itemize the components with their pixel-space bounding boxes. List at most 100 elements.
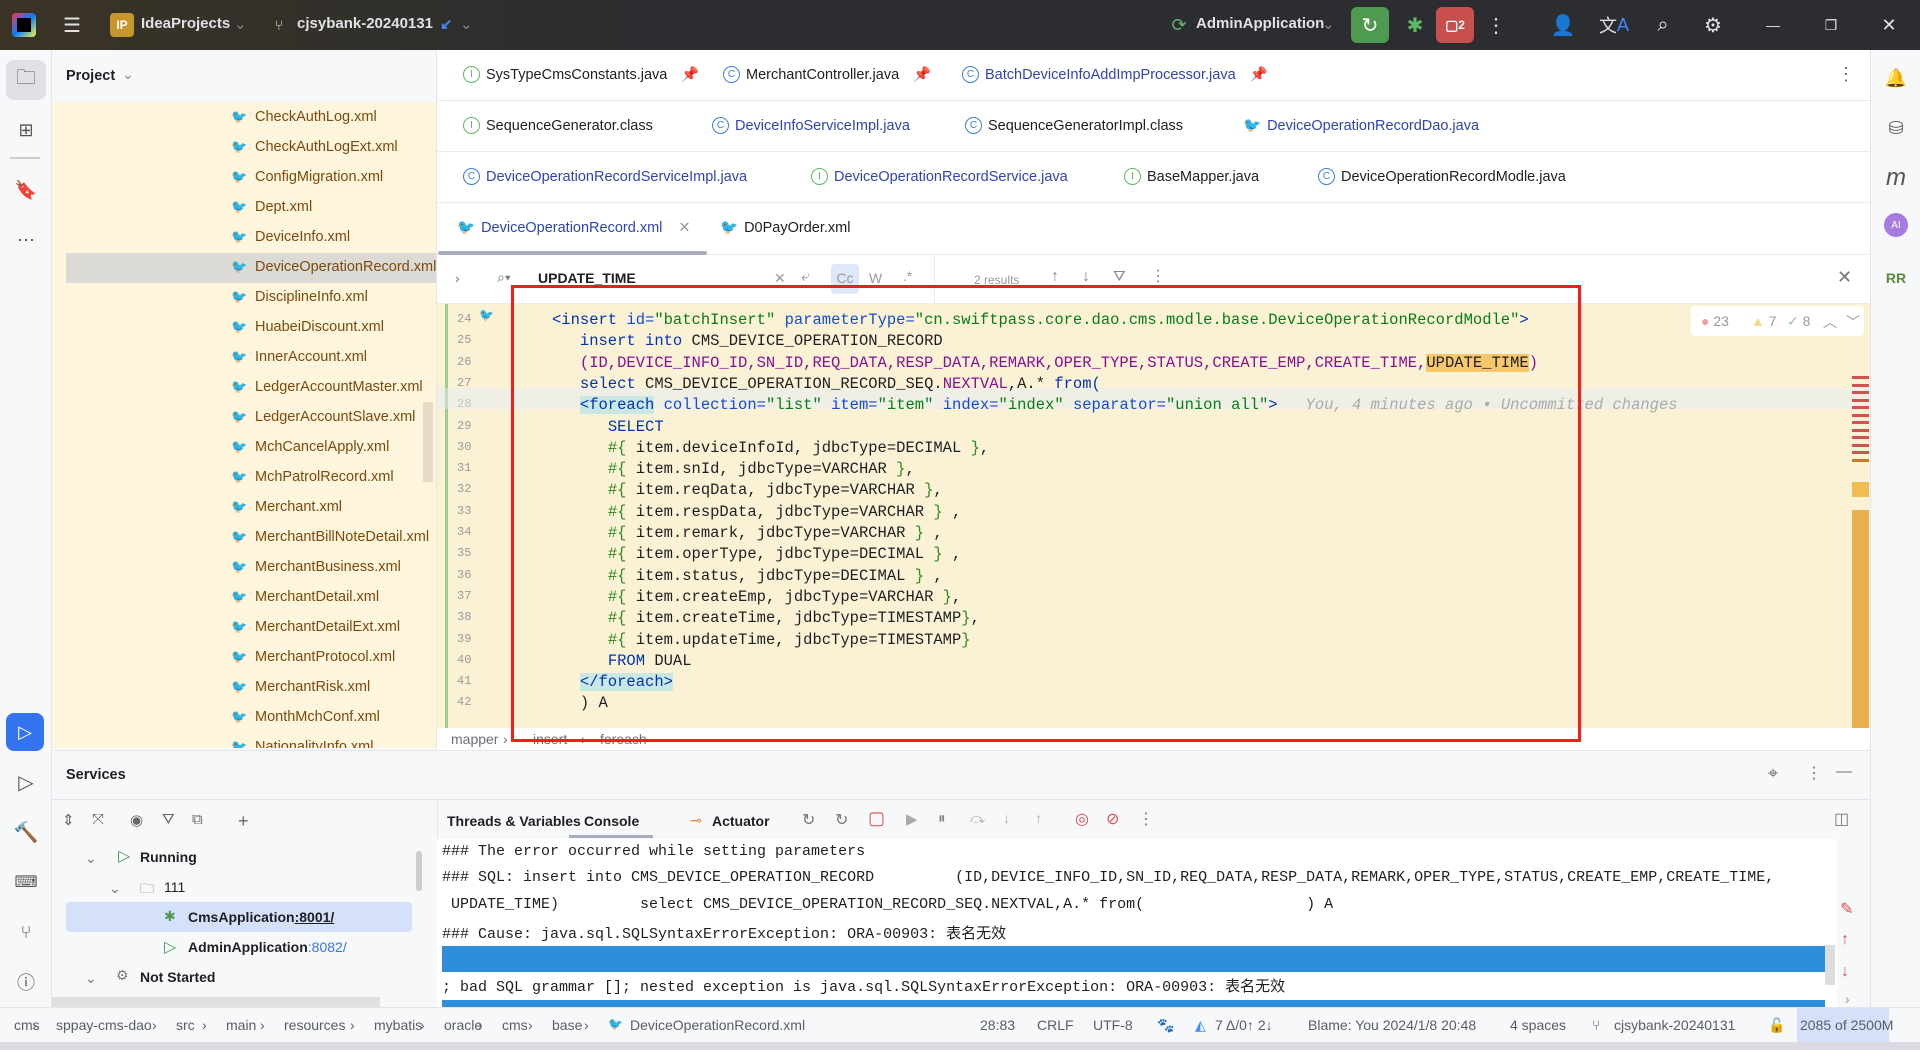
error-stripe-mark[interactable] bbox=[1852, 376, 1869, 379]
close-window-icon[interactable]: ✕ bbox=[1876, 12, 1902, 38]
tab-sequencegeneratorimpl[interactable]: C SequenceGeneratorImpl.class bbox=[965, 117, 1183, 134]
find-input[interactable]: UPDATE_TIME bbox=[538, 270, 636, 286]
crumb-insert[interactable]: insert bbox=[533, 731, 567, 747]
expand-icon[interactable]: › bbox=[1845, 991, 1850, 1007]
filter-icon[interactable]: ⛛ bbox=[1113, 268, 1126, 285]
tab-deviceoperationrecorddao[interactable]: 🐦 DeviceOperationRecordDao.java bbox=[1243, 117, 1479, 135]
tree-item[interactable]: 🐦 LedgerAccountMaster.xml bbox=[52, 373, 436, 403]
tree-item[interactable]: 🐦 Merchant.xml bbox=[52, 493, 436, 523]
tree-item[interactable]: 🐦 ConfigMigration.xml bbox=[52, 163, 436, 193]
tree-item[interactable]: 🐦 LedgerAccountSlave.xml bbox=[52, 403, 436, 433]
tab-deviceoperationrecordmodle[interactable]: C DeviceOperationRecordModle.java bbox=[1318, 168, 1566, 185]
expand-all-icon[interactable]: ⇕ bbox=[62, 811, 75, 829]
error-stripe-mark[interactable] bbox=[1852, 398, 1869, 402]
tab-console[interactable]: Console bbox=[584, 813, 639, 829]
expand-replace-icon[interactable]: › bbox=[455, 270, 460, 286]
bookmarks-icon[interactable]: 🔖 bbox=[6, 170, 46, 210]
tab-merchantcontroller[interactable]: C MerchantController.java 📌 bbox=[723, 66, 931, 83]
error-stripe-mark[interactable] bbox=[1852, 428, 1869, 432]
next-match-icon[interactable]: ↓ bbox=[1082, 268, 1090, 286]
services-tool-icon[interactable]: ▷ bbox=[6, 713, 44, 751]
mybatis-gutter-icon[interactable]: 🐦 bbox=[479, 308, 494, 322]
add-service-icon[interactable]: + bbox=[238, 811, 249, 832]
terminal-icon[interactable]: ⌨ bbox=[6, 862, 46, 902]
rerun-debug-icon[interactable]: ↻ bbox=[835, 810, 848, 830]
service-cmsapplication[interactable]: CmsApplication:8001/ bbox=[188, 909, 334, 925]
chevron-down-icon[interactable]: ⌄ bbox=[109, 880, 121, 897]
previous-highlight-icon[interactable]: ︿ bbox=[1823, 312, 1837, 332]
stop-button[interactable]: ▢ 2 bbox=[1436, 7, 1474, 43]
error-stripe-mark[interactable] bbox=[1852, 458, 1869, 462]
line-separator[interactable]: CRLF bbox=[1037, 1017, 1074, 1033]
status-path-item[interactable]: DeviceOperationRecord.xml bbox=[630, 1017, 805, 1033]
git-icon[interactable]: ⑂ bbox=[6, 912, 46, 952]
vcs-changes[interactable]: 7 Δ/0↑ 2↓ bbox=[1215, 1017, 1273, 1033]
ai-assistant-icon[interactable]: AI bbox=[1884, 213, 1908, 237]
plugin-icon[interactable]: RR bbox=[1876, 260, 1916, 296]
chevron-down-icon[interactable]: ⌄ bbox=[85, 850, 97, 867]
tab-batchdeviceinfoaddimpprocessor[interactable]: C BatchDeviceInfoAddImpProcessor.java 📌 bbox=[962, 66, 1268, 83]
view-breakpoints-icon[interactable]: ◎ bbox=[1075, 809, 1089, 829]
tab-deviceoperationrecordservice[interactable]: I DeviceOperationRecordService.java bbox=[811, 168, 1068, 185]
error-stripe-mark[interactable] bbox=[1852, 421, 1869, 424]
scroll-down-icon[interactable]: ↓ bbox=[1841, 963, 1849, 981]
mute-breakpoints-icon[interactable]: ⊘ bbox=[1106, 809, 1119, 829]
minimize-icon[interactable]: — bbox=[1760, 12, 1786, 38]
pause-icon[interactable]: ⏸ bbox=[938, 810, 946, 827]
service-port-link[interactable]: :8001/ bbox=[295, 909, 335, 925]
step-into-icon[interactable]: ↓ bbox=[1003, 810, 1010, 826]
more-icon[interactable]: ⋮ bbox=[1806, 763, 1822, 783]
match-case-toggle[interactable]: Cc bbox=[831, 264, 859, 294]
new-tab-icon[interactable]: ⧉ bbox=[192, 811, 203, 828]
tree-item[interactable]: 🐦 CheckAuthLog.xml bbox=[52, 103, 436, 133]
translate-icon[interactable]: 文A bbox=[1599, 12, 1629, 38]
project-tool-icon[interactable]: 🗀 bbox=[6, 60, 46, 100]
tree-item[interactable]: 🐦 DisciplineInfo.xml bbox=[52, 283, 436, 313]
stop-icon[interactable]: ▢ bbox=[868, 808, 885, 829]
tab-deviceinfoserviceimpl[interactable]: C DeviceInfoServiceImpl.java bbox=[712, 117, 910, 134]
step-over-icon[interactable]: ⤼ bbox=[970, 810, 985, 827]
tree-item[interactable]: 🐦 CheckAuthLogExt.xml bbox=[52, 133, 436, 163]
status-path-item[interactable]: main bbox=[226, 1017, 256, 1033]
new-line-icon[interactable]: ⤶ bbox=[801, 268, 810, 286]
caret-position[interactable]: 28:83 bbox=[980, 1017, 1015, 1033]
indent-setting[interactable]: 4 spaces bbox=[1510, 1017, 1566, 1033]
scroll-up-icon[interactable]: ↑ bbox=[1841, 931, 1849, 949]
more-tools-icon[interactable]: ⋯ bbox=[6, 220, 46, 260]
layout-icon[interactable]: ◫ bbox=[1834, 809, 1849, 829]
chevron-down-icon[interactable]: ⌄ bbox=[85, 970, 97, 987]
next-highlight-icon[interactable]: ﹀ bbox=[1846, 312, 1860, 332]
tree-item[interactable]: 🐦 MchCancelApply.xml bbox=[52, 433, 436, 463]
pin-icon[interactable]: 📌 bbox=[913, 66, 931, 83]
services-group-running[interactable]: Running bbox=[140, 849, 197, 865]
status-path-item[interactable]: src bbox=[176, 1017, 195, 1033]
locate-icon[interactable]: ⌖ bbox=[1768, 763, 1778, 784]
restore-icon[interactable]: ❐ bbox=[1818, 12, 1844, 38]
collapse-all-icon[interactable]: ⤧ bbox=[92, 811, 104, 828]
tree-item[interactable]: 🐦 MchPatrolRecord.xml bbox=[52, 463, 436, 493]
error-stripe-mark[interactable] bbox=[1852, 383, 1869, 387]
tab-systypecmsconstants[interactable]: I SysTypeCmsConstants.java 📌 bbox=[463, 66, 699, 83]
close-tab-icon[interactable]: ✕ bbox=[678, 220, 690, 236]
tree-item[interactable]: 🐦 MerchantProtocol.xml bbox=[52, 643, 436, 673]
inspection-widget[interactable]: ● 23 ▲ 7 ✓ 8 ︿ ﹀ bbox=[1691, 306, 1864, 336]
maven-icon[interactable]: m bbox=[1876, 160, 1916, 196]
tree-item[interactable]: 🐦 MerchantBillNoteDetail.xml bbox=[52, 523, 436, 553]
filter-icon[interactable]: ⛛ bbox=[162, 811, 175, 828]
tree-scrollbar[interactable] bbox=[423, 402, 433, 482]
rerun-button[interactable]: ↻ bbox=[1351, 7, 1389, 43]
console-output[interactable]: ### The error occurred while setting par… bbox=[437, 839, 1837, 1008]
tab-sequencegenerator[interactable]: I SequenceGenerator.class bbox=[463, 117, 653, 134]
hide-panel-icon[interactable]: — bbox=[1836, 763, 1852, 781]
regex-toggle[interactable]: .* bbox=[903, 268, 912, 284]
code-editor[interactable]: 24252627282930313233343536373839404142🐦 … bbox=[437, 304, 1870, 728]
show-icon[interactable]: ◉ bbox=[130, 811, 143, 829]
tree-item[interactable]: 🐦 MerchantRisk.xml bbox=[52, 673, 436, 703]
tab-threads-variables[interactable]: Threads & Variables bbox=[447, 813, 581, 829]
services-folder-111[interactable]: 111 bbox=[164, 879, 185, 895]
service-port-link[interactable]: :8082/ bbox=[308, 939, 347, 955]
status-path-item[interactable]: oracle bbox=[444, 1017, 482, 1033]
crumb-mapper[interactable]: mapper bbox=[451, 731, 498, 747]
project-switcher[interactable]: IdeaProjects bbox=[141, 15, 230, 32]
error-stripe-mark[interactable] bbox=[1852, 451, 1869, 454]
